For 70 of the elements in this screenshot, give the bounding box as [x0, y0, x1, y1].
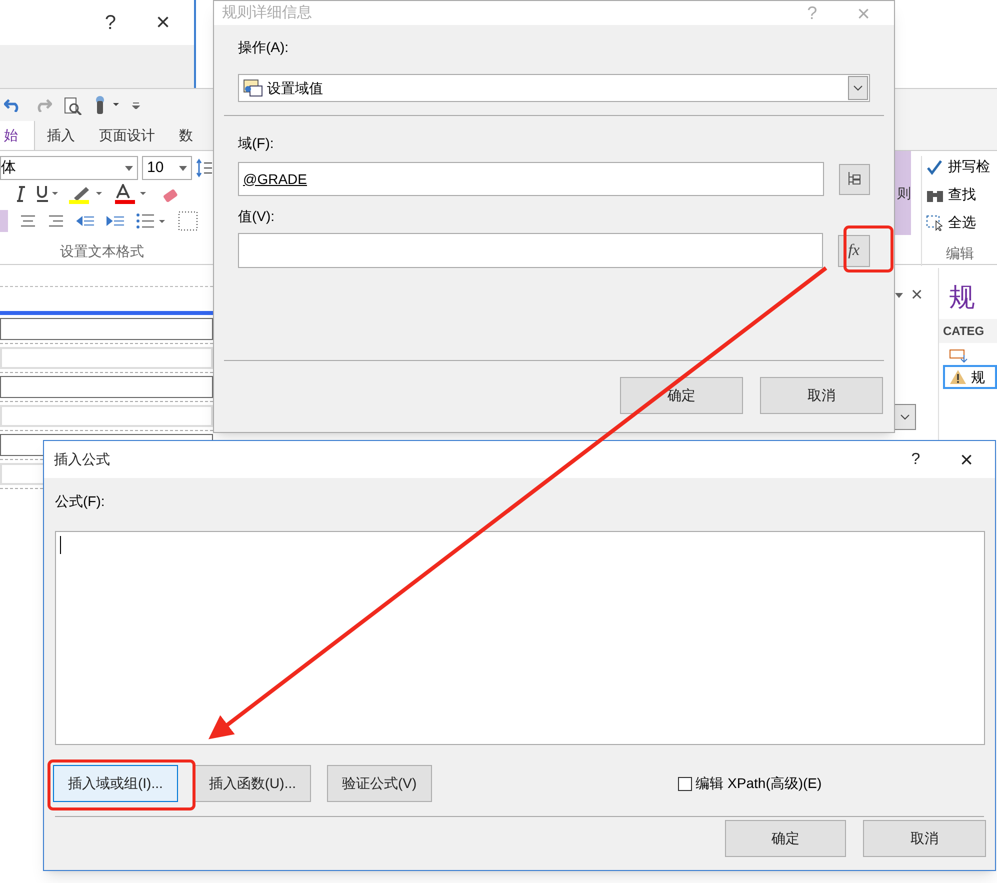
font-size-dropdown[interactable]: 10 [142, 156, 192, 180]
dialog-button[interactable]: 插入函数(U)... [194, 765, 311, 802]
value-input[interactable] [238, 233, 823, 268]
group-label: 设置文本格式 [60, 242, 144, 261]
line-spacing-icon[interactable] [196, 158, 212, 178]
italic-icon[interactable] [16, 186, 26, 202]
rule-item[interactable]: 规 [943, 365, 997, 389]
field-label: 公式(F): [55, 493, 105, 509]
warning-icon [949, 369, 967, 385]
input-field[interactable] [0, 376, 213, 398]
chevron-icon [900, 414, 910, 420]
combo-box[interactable] [893, 404, 916, 430]
caret-icon [895, 292, 903, 298]
ribbon-tab[interactable]: 始 [0, 121, 35, 150]
underline-icon[interactable] [36, 185, 58, 203]
chevron-icon [853, 85, 863, 91]
customize-icon[interactable] [132, 101, 140, 109]
pane-title: 规 [948, 281, 976, 314]
highlight-frame [844, 226, 894, 272]
close-button[interactable]: × [911, 280, 923, 310]
dialog-button[interactable]: 确定 [725, 820, 846, 857]
caret-icon [125, 166, 133, 170]
borders-icon[interactable] [178, 211, 198, 231]
spell-check-icon [926, 158, 944, 176]
dropdown-button[interactable] [848, 76, 868, 100]
field-label: 域(F): [238, 135, 274, 151]
align-center-icon[interactable] [20, 214, 36, 228]
touch-mode-icon[interactable] [94, 95, 120, 115]
editing-command[interactable]: 查找 [926, 184, 990, 205]
increase-indent-icon[interactable] [106, 214, 124, 228]
group-label: 编辑 [945, 244, 975, 263]
ribbon-tab[interactable]: 数 [167, 121, 205, 150]
rule-name: 规 [971, 368, 985, 386]
set-field-icon [243, 79, 263, 97]
select-all-icon [926, 214, 944, 230]
font-name-dropdown[interactable]: 体 [0, 156, 138, 180]
bullet-list-icon[interactable] [136, 213, 166, 229]
font-color-icon[interactable] [114, 184, 148, 204]
editing-command[interactable]: 全选 [926, 212, 990, 233]
tree-icon [847, 171, 862, 187]
window-title: 规则详细信息 [222, 2, 312, 23]
help-button[interactable]: ? [911, 443, 920, 476]
action-dropdown[interactable]: 设置域值 [238, 74, 870, 102]
highlighter-icon[interactable] [68, 184, 104, 204]
xpath-checkbox[interactable]: 编辑 XPath(高级)(E) [678, 773, 822, 794]
decrease-indent-icon[interactable] [76, 214, 94, 228]
caret-icon [179, 166, 187, 170]
window-title: 插入公式 [54, 450, 110, 469]
text-cursor [60, 536, 61, 554]
ribbon-tab[interactable]: 页面设计 [87, 121, 167, 150]
field-input[interactable]: @GRADE [238, 162, 824, 196]
formula-button[interactable]: fx [838, 234, 870, 266]
align-right-icon[interactable] [48, 214, 64, 228]
preview-icon[interactable] [64, 95, 82, 115]
formula-input[interactable] [55, 531, 985, 745]
category-label: CATEG [943, 324, 984, 338]
dialog-button[interactable]: 确定 [620, 377, 743, 414]
tree-button[interactable] [838, 164, 870, 194]
editing-command[interactable]: 拼写检 [926, 156, 990, 177]
dialog-button[interactable]: 插入域或组(I)... [53, 765, 178, 802]
input-field[interactable] [0, 318, 213, 340]
field-label: 值(V): [238, 208, 275, 224]
dialog-button[interactable]: 取消 [863, 820, 986, 857]
close-button[interactable]: × [156, 4, 170, 40]
close-button[interactable]: × [960, 443, 973, 476]
help-button[interactable]: ? [104, 8, 116, 38]
field-label: 操作(A): [238, 39, 289, 55]
dialog-button[interactable]: 取消 [760, 377, 883, 414]
dialog-button[interactable]: 验证公式(V) [327, 765, 432, 802]
ribbon-tab[interactable]: 插入 [35, 121, 87, 150]
